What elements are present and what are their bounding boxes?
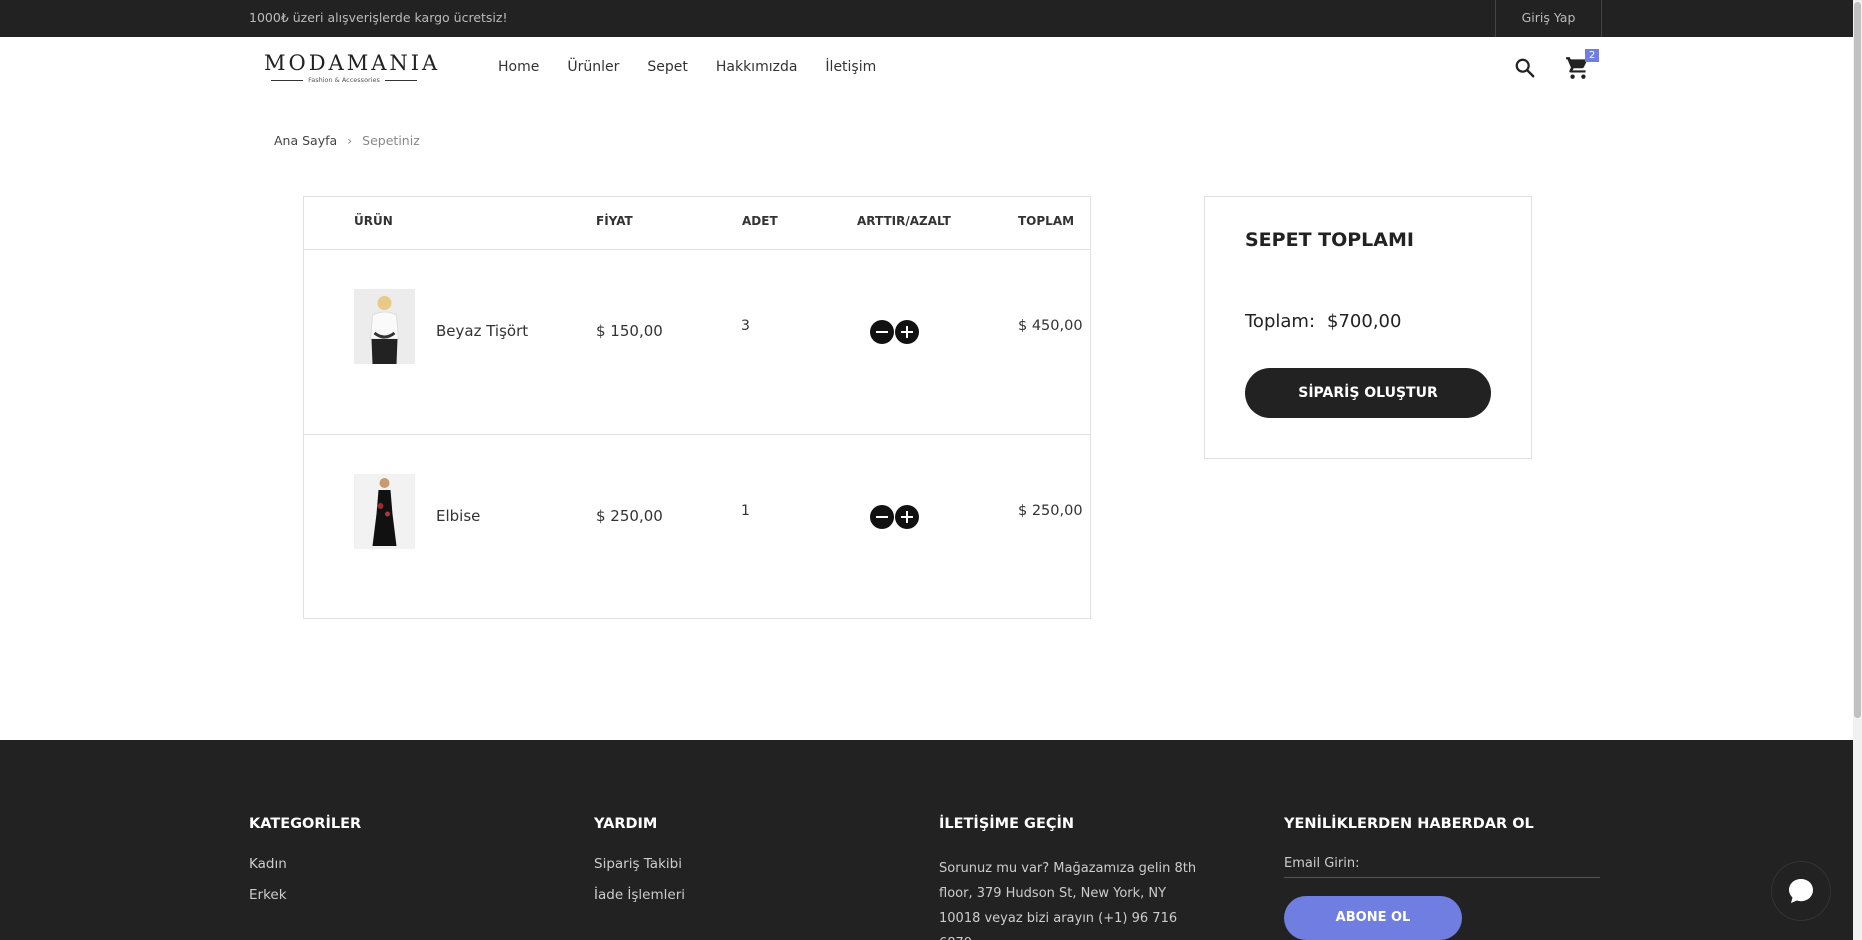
subscribe-button[interactable]: ABONE OL bbox=[1284, 896, 1462, 940]
table-row: Beyaz Tişört $ 150,00 3 $ 450,00 bbox=[304, 250, 1090, 435]
header-product: ÜRÜN bbox=[354, 214, 393, 228]
product-qty: 1 bbox=[741, 503, 750, 519]
summary-total-value: $700,00 bbox=[1327, 311, 1402, 332]
footer-link[interactable]: Kadın bbox=[249, 856, 361, 872]
nav-cart[interactable]: Sepet bbox=[647, 59, 688, 75]
summary-title: SEPET TOPLAMI bbox=[1245, 229, 1414, 251]
footer-link[interactable]: Erkek bbox=[249, 887, 361, 903]
breadcrumb-home[interactable]: Ana Sayfa bbox=[274, 133, 337, 148]
login-link[interactable]: Giriş Yap bbox=[1495, 0, 1602, 37]
chat-button[interactable] bbox=[1772, 862, 1830, 920]
product-image[interactable] bbox=[354, 474, 415, 549]
cart-summary: SEPET TOPLAMI Toplam: $700,00 SİPARİŞ OL… bbox=[1204, 196, 1532, 459]
footer-contact: İLETİŞİME GEÇİN Sorunuz mu var? Mağazamı… bbox=[939, 816, 1199, 940]
summary-total: Toplam: $700,00 bbox=[1245, 311, 1401, 332]
header-price: FİYAT bbox=[596, 214, 633, 228]
product-name[interactable]: Elbise bbox=[436, 507, 480, 525]
product-image[interactable] bbox=[354, 289, 415, 364]
product-price: $ 150,00 bbox=[596, 322, 663, 340]
logo-brand: MODAMANIA bbox=[264, 51, 441, 75]
summary-total-label: Toplam: bbox=[1245, 311, 1316, 332]
qty-controls bbox=[870, 320, 919, 344]
table-row: Elbise $ 250,00 1 $ 250,00 bbox=[304, 435, 1090, 620]
product-qty: 3 bbox=[741, 318, 750, 334]
cart-table: ÜRÜN FİYAT ADET ARTTIR/AZALT TOPLAM Beya… bbox=[303, 196, 1091, 619]
checkout-button[interactable]: SİPARİŞ OLUŞTUR bbox=[1245, 368, 1491, 418]
search-icon[interactable] bbox=[1514, 57, 1536, 79]
footer-contact-text: Sorunuz mu var? Mağazamıza gelin 8th flo… bbox=[939, 861, 1197, 940]
footer-contact-title: İLETİŞİME GEÇİN bbox=[939, 816, 1075, 832]
page-scrollbar[interactable] bbox=[1853, 0, 1862, 940]
footer-categories: KATEGORİLER Kadın Erkek bbox=[249, 816, 361, 918]
breadcrumb: Ana Sayfa › Sepetiniz bbox=[274, 133, 420, 148]
nav-home[interactable]: Home bbox=[498, 59, 539, 75]
newsletter-email-input[interactable]: Email Girin: bbox=[1284, 856, 1600, 878]
nav-contact[interactable]: İletişim bbox=[825, 59, 876, 75]
increase-qty-button[interactable] bbox=[895, 505, 919, 529]
header-adjust: ARTTIR/AZALT bbox=[857, 214, 951, 228]
cart-table-header: ÜRÜN FİYAT ADET ARTTIR/AZALT TOPLAM bbox=[304, 197, 1090, 250]
chevron-right-icon: › bbox=[347, 133, 353, 148]
header-total: TOPLAM bbox=[1018, 214, 1075, 228]
increase-qty-button[interactable] bbox=[895, 320, 919, 344]
footer-newsletter-title: YENİLİKLERDEN HABERDAR OL bbox=[1284, 816, 1534, 832]
product-total: $ 450,00 bbox=[1018, 318, 1083, 334]
footer-link[interactable]: İade İşlemleri bbox=[594, 887, 685, 903]
site-header: MODAMANIA Fashion & Accessories Home Ürü… bbox=[0, 37, 1853, 99]
site-footer: KATEGORİLER Kadın Erkek YARDIM Sipariş T… bbox=[0, 740, 1853, 940]
product-name[interactable]: Beyaz Tişört bbox=[436, 322, 528, 340]
header-qty: ADET bbox=[742, 214, 778, 228]
product-total: $ 250,00 bbox=[1018, 503, 1083, 519]
footer-newsletter: YENİLİKLERDEN HABERDAR OL Email Girin: A… bbox=[1284, 816, 1600, 940]
qty-controls bbox=[870, 505, 919, 529]
top-bar: 1000₺ üzeri alışverişlerde kargo ücretsi… bbox=[0, 0, 1853, 37]
breadcrumb-current: Sepetiniz bbox=[362, 133, 420, 148]
logo[interactable]: MODAMANIA Fashion & Accessories bbox=[264, 51, 441, 84]
footer-categories-title: KATEGORİLER bbox=[249, 816, 362, 832]
chat-icon bbox=[1789, 879, 1813, 903]
decrease-qty-button[interactable] bbox=[870, 320, 894, 344]
decrease-qty-button[interactable] bbox=[870, 505, 894, 529]
logo-tagline: Fashion & Accessories bbox=[264, 76, 424, 84]
promo-text: 1000₺ üzeri alışverişlerde kargo ücretsi… bbox=[249, 10, 508, 25]
main-nav: Home Ürünler Sepet Hakkımızda İletişim bbox=[498, 59, 876, 75]
scrollbar-thumb[interactable] bbox=[1854, 2, 1861, 718]
footer-help-title: YARDIM bbox=[594, 816, 658, 832]
nav-products[interactable]: Ürünler bbox=[567, 59, 619, 75]
product-price: $ 250,00 bbox=[596, 507, 663, 525]
footer-help: YARDIM Sipariş Takibi İade İşlemleri bbox=[594, 816, 685, 918]
nav-about[interactable]: Hakkımızda bbox=[716, 59, 798, 75]
footer-link[interactable]: Sipariş Takibi bbox=[594, 856, 685, 872]
cart-count-badge: 2 bbox=[1585, 49, 1599, 62]
